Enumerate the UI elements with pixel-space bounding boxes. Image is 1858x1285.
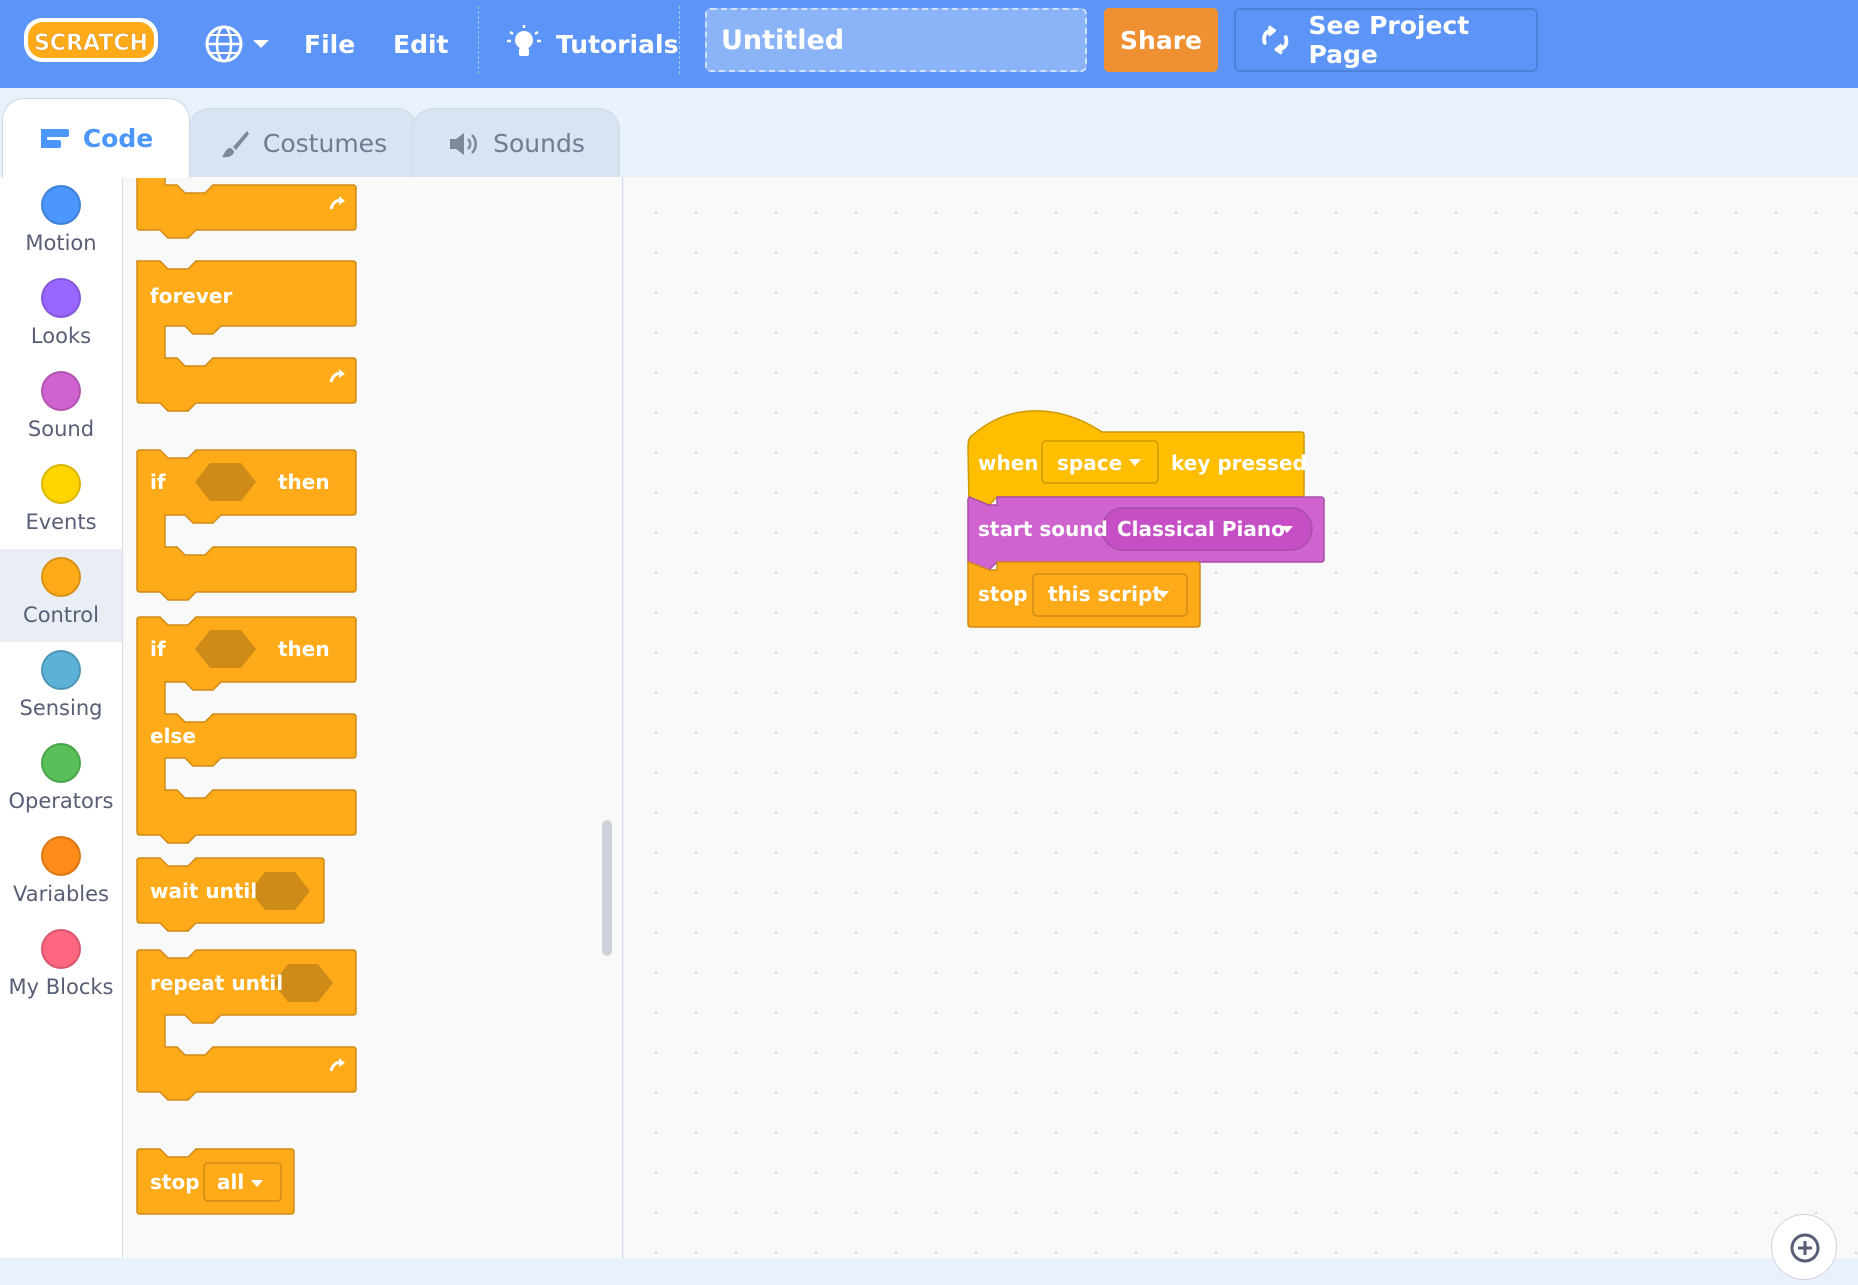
category-dot bbox=[41, 278, 81, 318]
category-dot bbox=[41, 464, 81, 504]
lightbulb-icon bbox=[507, 25, 541, 56]
category-label: Control bbox=[23, 603, 99, 627]
category-looks[interactable]: Looks bbox=[0, 270, 122, 363]
see-project-page-button[interactable]: See Project Page bbox=[1234, 8, 1538, 72]
share-button[interactable]: Share bbox=[1104, 8, 1218, 72]
file-menu[interactable]: File bbox=[304, 0, 355, 88]
category-dot bbox=[41, 371, 81, 411]
menu-bar: SCRATCH File Edit Tutorials Untitled Sha… bbox=[0, 0, 1858, 88]
zoom-in-icon bbox=[1790, 1233, 1820, 1263]
remix-arrows-icon bbox=[1262, 25, 1289, 55]
chevron-down-icon bbox=[253, 40, 269, 48]
stop-label: stop bbox=[150, 1170, 200, 1194]
edit-menu[interactable]: Edit bbox=[393, 0, 449, 88]
tab-code[interactable]: Code bbox=[2, 98, 190, 178]
palette-blocks: forever if then if then else wait until bbox=[136, 177, 357, 1215]
category-sound[interactable]: Sound bbox=[0, 363, 122, 456]
category-dot bbox=[41, 650, 81, 690]
tab-costumes[interactable]: Costumes bbox=[188, 108, 418, 178]
stop-script-label: stop bbox=[978, 582, 1028, 606]
category-dot bbox=[41, 836, 81, 876]
scratch-logo[interactable]: SCRATCH bbox=[22, 14, 162, 66]
svg-text:SCRATCH: SCRATCH bbox=[34, 31, 148, 56]
tutorials-label: Tutorials bbox=[556, 29, 679, 59]
speaker-icon bbox=[450, 132, 478, 155]
if-label: if bbox=[150, 470, 166, 494]
else-label: else bbox=[150, 724, 196, 748]
category-my-blocks[interactable]: My Blocks bbox=[0, 921, 122, 1014]
category-label: Sound bbox=[27, 417, 95, 441]
category-menu: Motion Looks Sound Events Control Sensin… bbox=[0, 177, 123, 1258]
see-project-label: See Project Page bbox=[1308, 11, 1470, 69]
tab-sounds[interactable]: Sounds bbox=[412, 108, 620, 178]
category-dot bbox=[41, 557, 81, 597]
start-sound-label: start sound bbox=[978, 517, 1108, 541]
repeat-until-label: repeat until bbox=[150, 971, 283, 995]
category-motion[interactable]: Motion bbox=[0, 177, 122, 270]
zoom-in-button[interactable] bbox=[1771, 1214, 1837, 1280]
category-label: Events bbox=[25, 510, 97, 534]
category-variables[interactable]: Variables bbox=[0, 828, 122, 921]
menu-divider bbox=[679, 6, 680, 74]
category-operators[interactable]: Operators bbox=[0, 735, 122, 828]
tab-costumes-label: Costumes bbox=[262, 129, 388, 158]
stop-option-label: all bbox=[217, 1170, 244, 1194]
palette-scrollbar[interactable] bbox=[602, 820, 612, 956]
category-sensing[interactable]: Sensing bbox=[0, 642, 122, 735]
stop-script-option-label: this script bbox=[1048, 582, 1162, 606]
tutorials-button[interactable]: Tutorials bbox=[506, 0, 678, 88]
menu-divider bbox=[478, 6, 479, 74]
code-icon bbox=[40, 128, 69, 148]
category-control[interactable]: Control bbox=[0, 549, 122, 642]
category-dot bbox=[41, 743, 81, 783]
tab-code-label: Code bbox=[82, 124, 154, 153]
category-label: Sensing bbox=[19, 696, 103, 720]
if-label: if bbox=[150, 637, 166, 661]
category-events[interactable]: Events bbox=[0, 456, 122, 549]
language-menu[interactable] bbox=[203, 0, 271, 88]
hat-when-label: when bbox=[978, 451, 1039, 475]
globe-icon bbox=[205, 25, 243, 63]
hat-key-label: space bbox=[1057, 451, 1122, 475]
category-label: Operators bbox=[8, 789, 114, 813]
tab-sounds-label: Sounds bbox=[493, 129, 585, 158]
forever-label: forever bbox=[150, 284, 232, 308]
hat-pressed-label: key pressed bbox=[1171, 451, 1307, 475]
category-label: Looks bbox=[30, 324, 92, 348]
then-label: then bbox=[278, 637, 330, 661]
category-dot bbox=[41, 929, 81, 969]
repeat-block-bottom[interactable] bbox=[136, 177, 357, 239]
script-canvas: when space key pressed start sound Class… bbox=[967, 410, 1325, 628]
sound-name-label: Classical Piano bbox=[1117, 517, 1285, 541]
then-label: then bbox=[278, 470, 330, 494]
block-palette: forever if then if then else wait until bbox=[123, 177, 623, 1258]
category-label: Variables bbox=[13, 882, 109, 906]
category-label: My Blocks bbox=[8, 975, 114, 999]
category-label: Motion bbox=[25, 231, 97, 255]
category-dot bbox=[41, 185, 81, 225]
script-area[interactable]: when space key pressed start sound Class… bbox=[624, 177, 1858, 1258]
project-title-input[interactable]: Untitled bbox=[705, 8, 1087, 72]
brush-icon bbox=[221, 130, 249, 157]
wait-until-label: wait until bbox=[150, 879, 257, 903]
